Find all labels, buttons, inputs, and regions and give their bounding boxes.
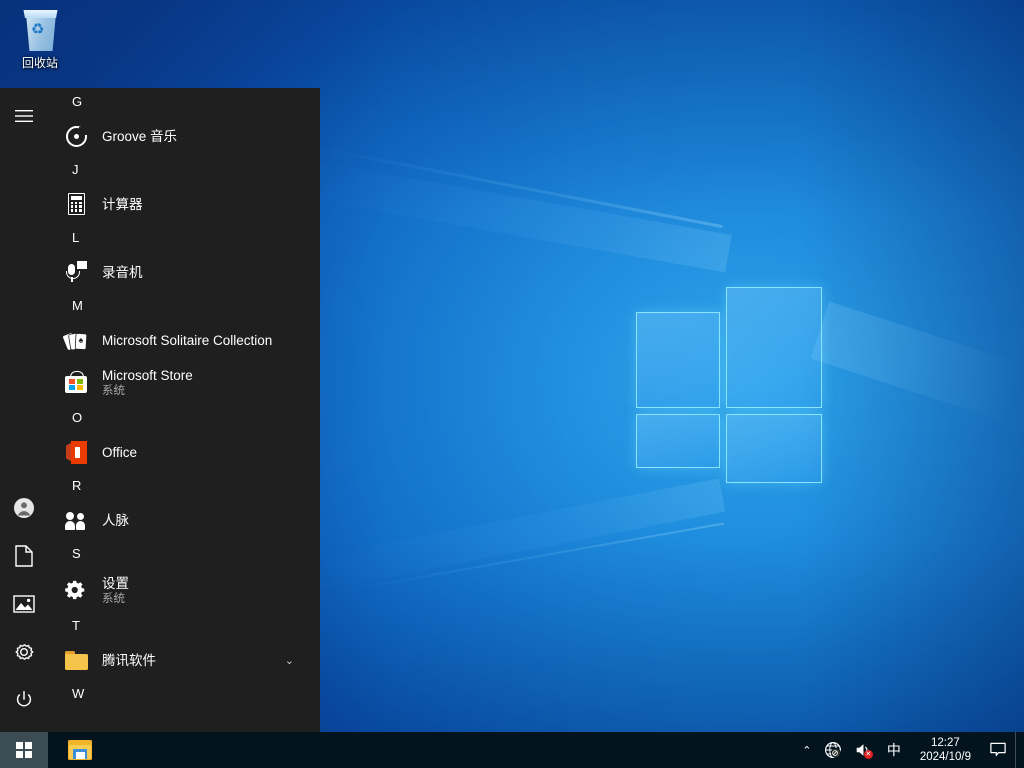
speaker-muted-icon: ✕ xyxy=(854,741,873,759)
letter-header-L[interactable]: L xyxy=(48,224,320,252)
windows-logo-icon xyxy=(16,742,32,758)
rail-item-account[interactable] xyxy=(0,484,48,532)
app-item-calculator[interactable]: 计算器 xyxy=(48,184,320,224)
app-label: 录音机 xyxy=(102,264,143,280)
recycle-bin-icon: ♻ xyxy=(18,8,62,54)
chevron-down-icon[interactable]: ⌄ xyxy=(285,654,312,667)
letter-header-W[interactable]: W xyxy=(48,680,320,708)
mute-badge: ✕ xyxy=(863,750,873,759)
tray-clock[interactable]: 12:27 2024/10/9 xyxy=(910,732,981,768)
letter-header-R[interactable]: R xyxy=(48,472,320,500)
app-label: 计算器 xyxy=(102,196,143,212)
taskbar[interactable]: ⌃ ✕ 中 12:27 2024/10/9 xyxy=(0,732,1024,768)
taskbar-item-file-explorer[interactable] xyxy=(58,732,102,768)
letter-header-O[interactable]: O xyxy=(48,404,320,432)
action-center-button[interactable] xyxy=(981,732,1015,768)
app-sublabel: 系统 xyxy=(102,592,125,605)
taskbar-app-buttons xyxy=(48,732,102,768)
ime-icon: 中 xyxy=(886,742,901,758)
app-label: 腾讯软件 xyxy=(102,652,156,668)
folder-icon xyxy=(64,648,88,672)
tray-overflow-button[interactable]: ⌃ xyxy=(796,732,818,768)
user-account-icon xyxy=(14,498,34,518)
chevron-up-icon: ⌃ xyxy=(802,744,812,757)
system-tray: ⌃ ✕ 中 12:27 2024/10/9 xyxy=(796,732,1024,768)
app-item-tencent-folder[interactable]: 腾讯软件 ⌄ xyxy=(48,640,320,680)
rail-item-pictures[interactable] xyxy=(0,580,48,628)
app-item-people[interactable]: 人脉 xyxy=(48,500,320,540)
app-label: Microsoft Solitaire Collection xyxy=(102,332,273,348)
app-label: Office xyxy=(102,444,138,460)
app-item-office[interactable]: Office xyxy=(48,432,320,472)
desktop-icon-label: 回收站 xyxy=(21,56,58,70)
action-center-icon xyxy=(990,742,1006,756)
start-button[interactable] xyxy=(0,732,48,768)
clock-date: 2024/10/9 xyxy=(919,751,971,763)
app-sublabel: 系统 xyxy=(102,384,125,397)
start-menu-rail xyxy=(0,88,48,732)
hero-pane-top-left xyxy=(636,312,720,408)
app-label: 设置 xyxy=(102,575,129,591)
microsoft-store-icon xyxy=(64,370,88,394)
letter-header-M[interactable]: M xyxy=(48,292,320,320)
rail-item-documents[interactable] xyxy=(0,532,48,580)
show-desktop-button[interactable] xyxy=(1015,732,1024,768)
tray-ime-button[interactable]: 中 xyxy=(878,732,910,768)
network-globe-icon xyxy=(824,741,842,759)
app-item-microsoft-store[interactable]: Microsoft Store 系统 xyxy=(48,360,320,404)
picture-icon xyxy=(13,595,35,613)
hero-pane-bottom-left xyxy=(636,414,720,468)
hamburger-icon xyxy=(15,110,33,122)
tray-volume-button[interactable]: ✕ xyxy=(848,732,878,768)
app-item-microsoft-solitaire-collection[interactable]: ♠ Microsoft Solitaire Collection xyxy=(48,320,320,360)
rail-item-power[interactable] xyxy=(0,676,48,724)
desktop[interactable]: ♻ 回收站 G Groove 音乐 J 计算器 L 录音机 M ♠ Micros… xyxy=(0,0,1024,768)
voice-recorder-icon xyxy=(64,260,88,284)
letter-header-G[interactable]: G xyxy=(48,88,320,116)
office-icon xyxy=(64,440,88,464)
document-icon xyxy=(15,545,33,567)
clock-time: 12:27 xyxy=(931,737,960,749)
app-item-settings[interactable]: 设置 系统 xyxy=(48,568,320,612)
people-icon xyxy=(64,508,88,532)
rail-item-settings[interactable] xyxy=(0,628,48,676)
network-no-internet-badge xyxy=(830,748,841,758)
app-item-groove-music[interactable]: Groove 音乐 xyxy=(48,116,320,156)
start-menu[interactable]: G Groove 音乐 J 计算器 L 录音机 M ♠ Microsoft So… xyxy=(0,88,320,732)
power-icon xyxy=(16,691,32,707)
letter-header-J[interactable]: J xyxy=(48,156,320,184)
desktop-icon-recycle-bin[interactable]: ♻ 回收站 xyxy=(6,4,74,70)
hamburger-button[interactable] xyxy=(0,92,48,140)
app-item-voice-recorder[interactable]: 录音机 xyxy=(48,252,320,292)
gear-icon xyxy=(64,578,88,602)
rail-top-group xyxy=(0,92,48,140)
file-explorer-icon xyxy=(68,740,92,760)
app-label: 人脉 xyxy=(102,512,129,528)
letter-header-T[interactable]: T xyxy=(48,612,320,640)
calculator-icon xyxy=(64,192,88,216)
hero-pane-bottom-right xyxy=(726,414,822,483)
app-label: Microsoft Store xyxy=(102,367,193,383)
solitaire-cards-icon: ♠ xyxy=(62,328,88,352)
rail-bottom-group xyxy=(0,484,48,724)
windows-hero-logo xyxy=(634,286,824,484)
hero-pane-top-right xyxy=(726,287,822,408)
groove-music-icon xyxy=(64,124,88,148)
letter-header-S[interactable]: S xyxy=(48,540,320,568)
tray-network-button[interactable] xyxy=(818,732,848,768)
gear-icon xyxy=(15,644,34,660)
start-menu-app-list[interactable]: G Groove 音乐 J 计算器 L 录音机 M ♠ Microsoft So… xyxy=(48,88,320,732)
app-label: Groove 音乐 xyxy=(102,128,178,144)
